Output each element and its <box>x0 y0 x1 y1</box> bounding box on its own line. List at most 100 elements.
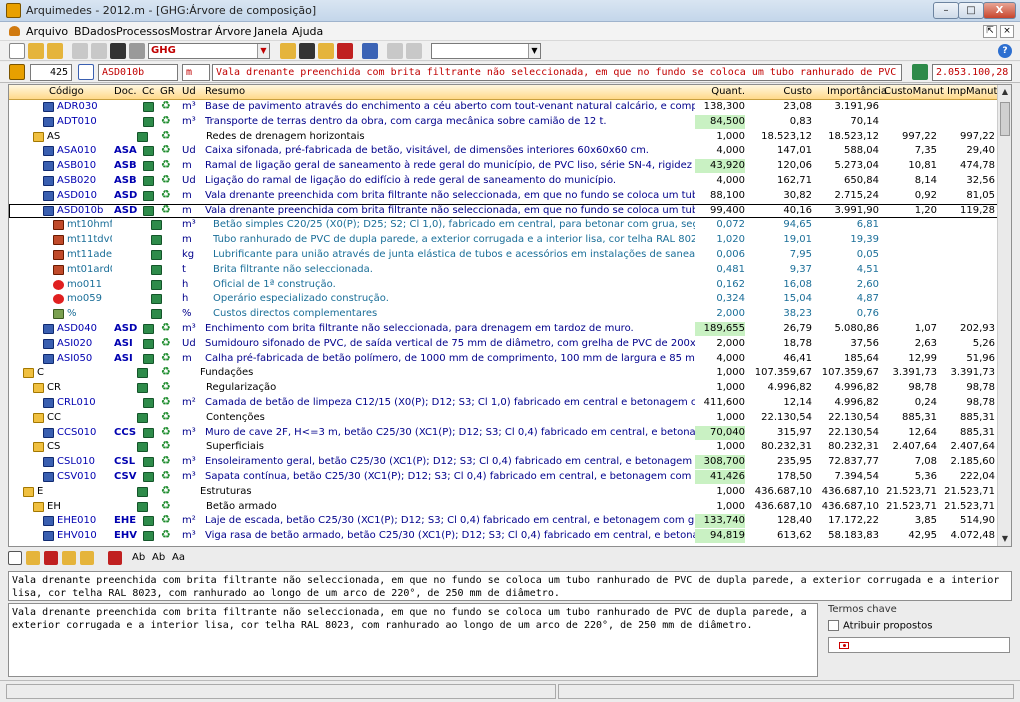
col-cc[interactable]: Cc <box>142 86 154 97</box>
table-row[interactable]: EHV010 EHV ♻ m³ Viga rasa de betão armado, b… <box>9 529 999 544</box>
tree-chapter-row[interactable]: E ♻ Estruturas 1,000 436.687,10 436.687,10 21.… <box>9 485 999 500</box>
quantity-field[interactable]: 425 <box>30 64 72 81</box>
vertical-scrollbar[interactable]: ▲ ▼ <box>997 85 1011 546</box>
scroll-thumb[interactable] <box>1000 102 1010 136</box>
short-text-area[interactable]: Vala drenante preenchida com brita filtr… <box>8 571 1012 601</box>
capitalize-icon[interactable]: Ab <box>152 552 165 563</box>
col-resumo[interactable]: Resumo <box>205 86 245 97</box>
col-quant[interactable]: Quant. <box>709 86 745 97</box>
tree-expand-icon[interactable] <box>280 43 296 59</box>
composition-tree-grid[interactable]: Código Doc. Cc GR Ud Resumo Quant. Custo… <box>8 84 1012 547</box>
long-text-area[interactable]: Vala drenante preenchida com brita filtr… <box>8 603 818 677</box>
text-import-icon[interactable] <box>80 551 94 565</box>
tree-resource-row[interactable]: mt11tdv01… m Tubo ranhurado de PVC de dupl… <box>9 233 999 248</box>
code-field[interactable]: ASD010b <box>98 64 178 81</box>
mdi-close-button[interactable]: × <box>1000 25 1014 38</box>
maximize-button[interactable]: □ <box>958 2 984 19</box>
table-row[interactable]: CSL010 CSL ♻ m³ Ensoleiramento geral, betão … <box>9 455 999 470</box>
tree-chapter-row[interactable]: CS ♻ Superficiais 1,000 80.232,31 80.232,31 2.… <box>9 440 999 455</box>
table-row[interactable]: ASA010 ASA ♻ Ud Caixa sifonada, pré-fabricad… <box>9 144 999 159</box>
filter-combo[interactable]: ▼ <box>431 43 541 59</box>
mdi-restore-button[interactable]: ⇱ <box>983 25 997 38</box>
table-row[interactable]: ASD040 ASD ♻ m³ Enchimento com brita filtran… <box>9 321 999 337</box>
delete-item-icon[interactable] <box>337 43 353 59</box>
scroll-icon <box>143 397 154 408</box>
summary-field[interactable]: Vala drenante preenchida com brita filtr… <box>212 64 902 81</box>
menu-mostrar[interactable]: Mostrar <box>170 25 212 38</box>
copy-icon[interactable] <box>387 43 403 59</box>
table-row[interactable]: ASD010b ASD ♻ m Vala drenante preenchida com… <box>9 203 999 219</box>
row-cost: 0,83 <box>789 115 812 127</box>
table-row[interactable]: ADR030 ♻ m³ Base de pavimento através do en… <box>9 100 999 115</box>
hierarchy-icon[interactable] <box>362 43 378 59</box>
sentence-case-icon[interactable]: Aa <box>172 552 185 563</box>
tree-collapse-icon[interactable] <box>299 43 315 59</box>
scroll-up-icon[interactable]: ▲ <box>998 85 1011 99</box>
col-doc[interactable]: Doc. <box>114 86 137 97</box>
row-unit: % <box>182 308 192 320</box>
tree-chapter-row[interactable]: CR ♻ Regularização 1,000 4.996,82 4.996,82 98,… <box>9 381 999 396</box>
tree-resource-row[interactable]: mt01ard03… t Brita filtrante não seleccion… <box>9 263 999 278</box>
close-button[interactable]: X <box>983 2 1016 19</box>
menu-janela[interactable]: Janela <box>254 25 288 38</box>
save-icon[interactable] <box>110 43 126 59</box>
lowercase-icon[interactable]: Ab <box>132 552 145 563</box>
recycle-icon: ♻ <box>161 396 171 407</box>
table-row[interactable]: EHE010 EHE ♻ m² Laje de escada, betão C25/30… <box>9 514 999 529</box>
menu-processos[interactable]: Processos <box>116 25 170 38</box>
col-code[interactable]: Código <box>49 86 84 97</box>
checkbox-box[interactable] <box>828 620 839 631</box>
col-custo[interactable]: Custo <box>779 86 812 97</box>
col-custo-manut[interactable]: CustoManut <box>884 86 944 97</box>
redo-icon[interactable] <box>91 43 107 59</box>
minimize-button[interactable]: – <box>933 2 959 19</box>
menu-arvore[interactable]: Árvore <box>215 25 251 38</box>
tree-chapter-row[interactable]: EH ♻ Betão armado 1,000 436.687,10 436.687,10… <box>9 500 999 515</box>
open-folder-icon[interactable] <box>28 43 44 59</box>
tree-resource-row[interactable]: mo011 h Oficial de 1ª construção. 0,162 16,0… <box>9 278 999 293</box>
tree-resource-row[interactable]: mt10hmf02… m³ Betão simples C20/25 (X0(P);… <box>9 218 999 233</box>
table-row[interactable]: CRL010 ♻ m² Camada de betão de limpeza C12/… <box>9 396 999 411</box>
table-row[interactable]: ASB010 ASB ♻ m Ramal de ligação geral de san… <box>9 159 999 174</box>
menu-arquivo[interactable]: Arquivo <box>26 25 68 38</box>
help-icon[interactable]: ? <box>998 44 1012 58</box>
col-ud[interactable]: Ud <box>182 86 196 97</box>
table-row[interactable]: CSV010 CSV ♻ m³ Sapata contínua, betão C25/3… <box>9 469 999 485</box>
concept-type-icon[interactable] <box>9 64 25 80</box>
edit-text-icon[interactable] <box>8 551 22 565</box>
tree-chapter-row[interactable]: C ♻ Fundações 1,000 107.359,67 107.359,67 3.39… <box>9 366 999 381</box>
tree-chapter-row[interactable]: AS ♻ Redes de drenagem horizontais 1,000 18.… <box>9 130 999 145</box>
tree-resource-row[interactable]: mt11ade10… kg Lubrificante para união atra… <box>9 248 999 263</box>
text-paste-icon[interactable] <box>26 551 40 565</box>
menu-ajuda[interactable]: Ajuda <box>292 25 323 38</box>
text-delete-icon[interactable] <box>44 551 58 565</box>
tree-chapter-row[interactable]: CC ♻ Contenções 1,000 22.130,54 22.130,54 885,… <box>9 411 999 426</box>
insert-item-icon[interactable] <box>318 43 334 59</box>
col-importancia[interactable]: Importância <box>827 86 887 97</box>
folder-up-icon[interactable] <box>47 43 63 59</box>
col-gr[interactable]: GR <box>160 86 175 97</box>
assign-proposed-checkbox[interactable]: Atribuir propostos <box>828 620 933 632</box>
scroll-down-icon[interactable]: ▼ <box>998 532 1011 546</box>
table-row[interactable]: ADT010 ♻ m³ Transporte de terras dentro da … <box>9 114 999 130</box>
table-row[interactable]: CCS010 CCS ♻ m³ Muro de cave 2F, H<=3 m, bet… <box>9 425 999 441</box>
total-field[interactable]: 2.053.100,28 <box>932 64 1012 81</box>
col-imp-manut[interactable]: ImpManut <box>947 86 997 97</box>
print-icon[interactable] <box>129 43 145 59</box>
paste-icon[interactable] <box>406 43 422 59</box>
tree-resource-row[interactable]: mo059 h Operário especializado construção.… <box>9 292 999 307</box>
menu-bdados[interactable]: BDados <box>74 25 116 38</box>
keywords-list[interactable] <box>828 637 1010 653</box>
recycle-icon: ♻ <box>161 115 171 126</box>
undo-icon[interactable] <box>72 43 88 59</box>
ghg-combo[interactable]: GHG ▼ <box>148 43 270 59</box>
text-template-icon[interactable] <box>62 551 76 565</box>
table-row[interactable]: ASD010 ASD ♻ m Vala drenante preenchida com … <box>9 189 999 204</box>
tree-resource-row[interactable]: %% Custos directos complementares 2,000 38,… <box>9 307 999 322</box>
table-row[interactable]: ASB020 ASB ♻ Ud Ligação do ramal de ligação … <box>9 174 999 189</box>
unit-field[interactable]: m <box>182 64 210 81</box>
new-file-icon[interactable] <box>9 43 25 59</box>
dictionary-icon[interactable] <box>108 551 122 565</box>
table-row[interactable]: ASI020 ASI ♻ Ud Sumidouro sifonado de PVC, d… <box>9 337 999 352</box>
table-row[interactable]: ASI050 ASI ♻ m Calha pré-fabricada de betão … <box>9 352 999 367</box>
